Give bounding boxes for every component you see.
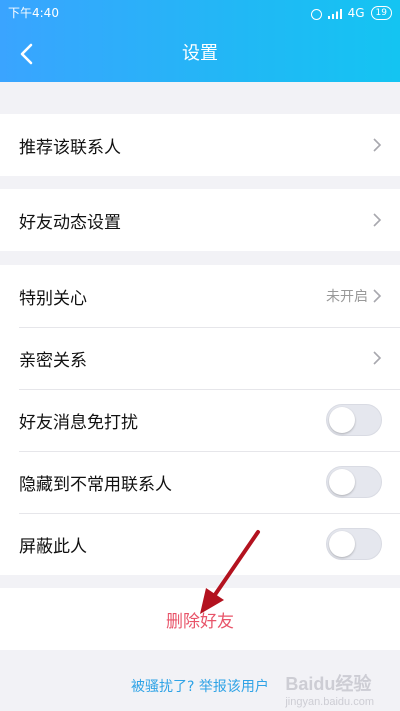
- recommend-contact-row[interactable]: 推荐该联系人: [0, 114, 400, 176]
- intimate-relationship-row[interactable]: 亲密关系: [0, 327, 400, 389]
- network-type: 4G: [347, 6, 365, 20]
- header: 下午4:40 4G 19 设置: [0, 0, 400, 82]
- status-bar: 下午4:40 4G 19: [0, 0, 400, 26]
- friend-feed-settings-row[interactable]: 好友动态设置: [0, 189, 400, 251]
- page-title: 设置: [182, 43, 218, 64]
- alarm-icon: [310, 8, 322, 20]
- toggle-knob: [329, 531, 355, 557]
- watermark-sub: jingyan.baidu.com: [285, 696, 374, 708]
- navbar: 设置: [0, 26, 400, 82]
- chevron-right-icon: [373, 138, 382, 152]
- hide-to-infrequent-toggle[interactable]: [326, 466, 382, 498]
- status-time: 下午4:40: [8, 6, 59, 20]
- status-icons: 4G 19: [310, 0, 392, 26]
- row-label: 特别关心: [19, 288, 87, 309]
- chevron-right-icon: [373, 351, 382, 365]
- block-user-toggle[interactable]: [326, 528, 382, 560]
- settings-group-2: 好友动态设置: [0, 189, 400, 251]
- hide-to-infrequent-row: 隐藏到不常用联系人: [0, 451, 400, 513]
- row-label: 好友动态设置: [19, 212, 121, 233]
- do-not-disturb-row: 好友消息免打扰: [0, 389, 400, 451]
- row-label: 推荐该联系人: [19, 137, 121, 158]
- battery-icon: 19: [370, 6, 392, 20]
- row-label: 亲密关系: [19, 350, 87, 371]
- settings-group-1: 推荐该联系人: [0, 114, 400, 176]
- baidu-watermark: Baidu经验 jingyan.baidu.com: [285, 670, 374, 708]
- annotation-arrow-icon: [200, 530, 260, 614]
- toggle-knob: [329, 407, 355, 433]
- watermark-text: Baidu经验: [285, 674, 372, 694]
- chevron-right-icon: [373, 213, 382, 227]
- special-care-status: 未开启: [326, 289, 368, 305]
- row-label: 屏蔽此人: [19, 536, 87, 557]
- toggle-knob: [329, 469, 355, 495]
- row-label: 好友消息免打扰: [19, 412, 138, 433]
- row-label: 隐藏到不常用联系人: [19, 474, 172, 495]
- do-not-disturb-toggle[interactable]: [326, 404, 382, 436]
- signal-icon: [327, 9, 342, 19]
- special-care-row[interactable]: 特别关心 未开启: [0, 265, 400, 327]
- chevron-right-icon: [373, 289, 382, 303]
